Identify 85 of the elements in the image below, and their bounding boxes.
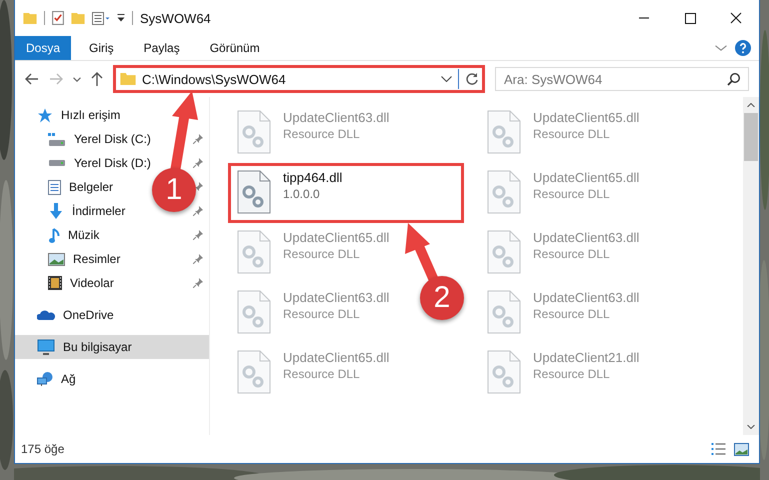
file-detail: Resource DLL [533,367,611,381]
pin-icon[interactable] [193,206,203,216]
checklist-icon[interactable] [52,11,64,25]
gear-file-icon [487,170,521,214]
window-title: SysWOW64 [140,10,211,26]
dropdown-icon[interactable] [117,14,125,22]
properties-icon[interactable] [92,12,110,24]
pin-icon[interactable] [193,158,203,168]
sidebar-item[interactable]: OneDrive [15,303,209,327]
chevron-down-icon[interactable] [441,76,452,82]
chevron-up-icon[interactable] [747,103,755,107]
pin-icon[interactable] [193,254,203,264]
up-arrow-icon[interactable] [91,72,103,86]
file-name: UpdateClient21.dll [533,350,640,365]
help-icon[interactable] [735,40,751,56]
gear-file-icon [487,350,521,394]
sidebar-item[interactable]: Resimler [48,247,124,271]
ribbon-tab[interactable]: Dosya [15,36,71,60]
item-count: 175 öğe [21,442,64,456]
file-detail: Resource DLL [283,367,361,381]
sidebar-item[interactable]: Müzik [48,223,104,247]
file-name: tipp464.dll [283,170,342,185]
network-icon [37,372,53,386]
gear-file-icon [487,290,521,334]
file-detail: Resource DLL [283,247,361,261]
cloud-icon [37,310,55,320]
file-name: UpdateClient65.dll [283,230,390,245]
ribbon-tab[interactable]: Giriş [77,36,126,60]
sidebar-item[interactable]: Yerel Disk (D:) [48,151,155,175]
file-detail: Resource DLL [283,127,361,141]
document-icon [48,180,61,194]
image-icon [48,252,65,266]
sidebar-item[interactable]: Videolar [48,271,118,295]
file-detail: Resource DLL [533,127,611,141]
sidebar-item[interactable]: Ağ [15,367,209,391]
gear-file-icon [487,110,521,154]
drive-icon [48,132,66,146]
sidebar-item[interactable]: Yerel Disk (C:) [48,127,155,151]
image-icon[interactable] [734,442,749,456]
star-icon [37,108,53,122]
address-bar[interactable]: C:\Windows\SysWOW64 [113,65,485,93]
file-name: UpdateClient63.dll [283,290,390,305]
download-arrow-icon [48,203,64,219]
file-detail: Resource DLL [533,247,611,261]
file-name: UpdateClient63.dll [533,290,640,305]
gear-file-icon [487,230,521,274]
sidebar-item[interactable]: Bu bilgisayar [15,335,209,359]
chevron-down-icon[interactable] [747,425,755,429]
ribbon-tab[interactable]: Görünüm [198,36,272,60]
file-name: UpdateClient65.dll [533,170,640,185]
music-note-icon [48,228,60,242]
sidebar-item[interactable]: Belgeler [48,175,118,199]
ribbon-tab[interactable]: Paylaş [132,36,192,60]
sidebar-item[interactable]: İndirmeler [48,199,130,223]
sidebar-item[interactable]: Hızlı erişim [15,103,209,127]
film-icon [48,276,62,290]
file-item[interactable]: tipp464.dll 1.0.0.0 [228,163,464,223]
file-detail: Resource DLL [533,187,611,201]
details-view-icon[interactable] [711,442,726,454]
monitor-icon [37,339,55,355]
gear-file-icon [237,290,271,334]
file-name: UpdateClient63.dll [283,110,390,125]
pin-icon[interactable] [193,134,203,144]
file-detail: Resource DLL [283,307,361,321]
pin-icon[interactable] [193,278,203,288]
search-field[interactable]: Ara: SysWOW64 [495,67,749,91]
address-path: C:\Windows\SysWOW64 [142,72,287,86]
chevron-down-icon[interactable] [73,76,81,82]
folder-icon [120,73,136,85]
search-icon[interactable] [727,72,741,86]
scrollbar[interactable] [743,97,759,435]
refresh-icon[interactable] [465,72,478,86]
gear-file-icon [237,170,271,214]
file-name: UpdateClient65.dll [533,110,640,125]
file-detail: Resource DLL [533,307,611,321]
gear-file-icon [237,110,271,154]
pin-icon[interactable] [193,230,203,240]
file-name: UpdateClient65.dll [283,350,390,365]
file-detail: 1.0.0.0 [283,187,321,201]
file-name: UpdateClient63.dll [533,230,640,245]
back-arrow-icon[interactable] [25,73,39,85]
drive-icon [48,160,66,166]
scroll-thumb[interactable] [744,113,758,161]
gear-file-icon [237,230,271,274]
gear-file-icon [237,350,271,394]
